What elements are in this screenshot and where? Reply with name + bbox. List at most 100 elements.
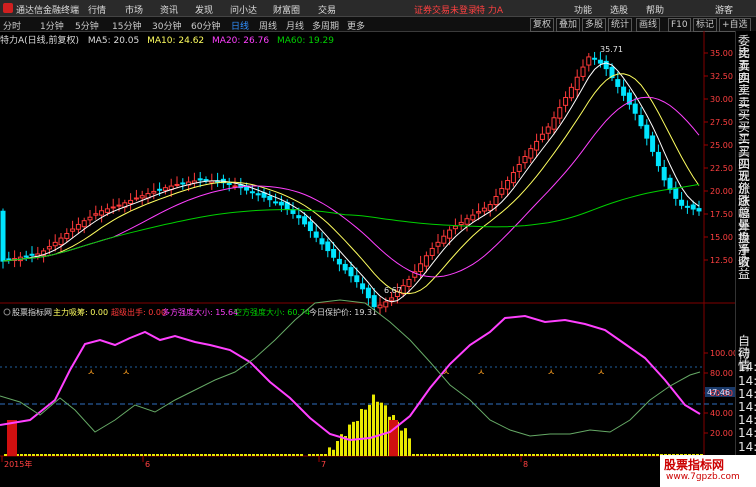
indicator-settings-icon[interactable] xyxy=(3,308,11,316)
short-strength-line xyxy=(0,299,701,437)
indicator-bar xyxy=(364,409,367,456)
menu-stock-pick[interactable]: 选股 xyxy=(610,3,628,16)
indicator-bar xyxy=(360,408,363,456)
candle-body xyxy=(505,180,511,190)
indicator-bar xyxy=(584,454,587,456)
indicator-bar xyxy=(572,454,575,456)
indicator-bar xyxy=(200,454,203,456)
candle-body xyxy=(255,193,261,196)
menu-market[interactable]: 市场 xyxy=(125,3,143,16)
f10-button[interactable]: F10 xyxy=(668,18,691,32)
menu-discover[interactable]: 发现 xyxy=(195,3,213,16)
menu-news[interactable]: 资讯 xyxy=(160,3,178,16)
statistics-button[interactable]: 统计 xyxy=(608,18,633,32)
super-sell-label: 超级出手: 0.00 xyxy=(111,307,166,317)
indicator-bar xyxy=(132,454,135,456)
indicator-bar xyxy=(188,454,191,456)
indicator-bar xyxy=(332,449,335,456)
add-watchlist-button[interactable]: +自选 xyxy=(719,18,751,32)
candle-body xyxy=(499,188,505,195)
indicator-bar xyxy=(220,454,223,456)
candle-body xyxy=(389,297,395,301)
indicator-bar xyxy=(60,454,63,456)
menu-help[interactable]: 帮助 xyxy=(646,3,664,16)
candle-body xyxy=(655,151,661,167)
indicator-bar xyxy=(92,454,95,456)
indicator-bar xyxy=(488,454,491,456)
indicator-bar xyxy=(24,454,27,456)
candle-body xyxy=(481,207,487,212)
indicator-bar xyxy=(20,454,23,456)
indicator-bar xyxy=(300,454,303,456)
adjust-button[interactable]: 复权 xyxy=(530,18,555,32)
indicator-axis-label-1: 80.00 xyxy=(710,369,733,378)
indicator-bar xyxy=(64,454,67,456)
multi-stock-button[interactable]: 多股 xyxy=(582,18,607,32)
indicator-bar xyxy=(480,454,483,456)
indicator-bar xyxy=(208,454,211,456)
candle-body xyxy=(673,187,679,199)
candle-body xyxy=(319,238,325,245)
login-notice[interactable]: 证券交易未登录 xyxy=(414,3,477,16)
candle-body xyxy=(516,164,522,172)
indicator-bar xyxy=(180,454,183,456)
indicator-bar xyxy=(620,454,623,456)
menu-ask[interactable]: 问小达 xyxy=(230,3,257,16)
stock-name: 特 力A xyxy=(476,6,504,16)
indicator-bar xyxy=(440,454,443,456)
candle-body xyxy=(638,115,644,127)
candle-body xyxy=(441,235,447,244)
main-money-label: 主力吸筹: 0.00 xyxy=(53,307,108,317)
long-strength-label: 多方强度大小: 15.64 xyxy=(162,307,238,317)
indicator-bar xyxy=(104,454,107,456)
candle-body xyxy=(452,225,458,230)
tick-panel-label-5: 14:5 xyxy=(738,400,756,414)
candle-body xyxy=(470,214,476,221)
candle-body xyxy=(684,205,690,208)
price-axis-label-4: 25.00 xyxy=(710,141,733,150)
indicator-bar xyxy=(44,454,47,456)
candle-body xyxy=(70,228,76,232)
draw-line-button[interactable]: 画线 xyxy=(636,18,661,32)
price-axis-label-1: 32.50 xyxy=(710,72,733,81)
indicator-bar xyxy=(272,454,275,456)
indicator-bar xyxy=(556,454,559,456)
indicator-bar xyxy=(472,454,475,456)
indicator-bar xyxy=(116,454,119,456)
candle-body xyxy=(597,59,603,64)
tick-panel-label-8: 14:5 xyxy=(738,439,756,454)
overlay-button[interactable]: 叠加 xyxy=(556,18,581,32)
indicator-bar xyxy=(276,454,279,456)
candle-body xyxy=(302,216,308,225)
indicator-bar xyxy=(576,454,579,456)
menu-function[interactable]: 功能 xyxy=(574,3,592,16)
candle-body xyxy=(174,183,180,186)
kline-chart[interactable]: 35.00 32.50 30.00 27.50 25.00 22.50 20.00 17.50… xyxy=(0,31,735,487)
indicator-bar xyxy=(532,454,535,456)
indicator-bar xyxy=(416,454,419,456)
mark-button[interactable]: 标记 xyxy=(693,18,718,32)
menu-trade[interactable]: 交易 xyxy=(318,3,336,16)
indicator-bar xyxy=(508,454,511,456)
indicator-bar xyxy=(336,441,339,456)
date-axis-label-3: 8 xyxy=(523,460,528,469)
menu-wealth[interactable]: 财富圈 xyxy=(273,3,300,16)
indicator-bar xyxy=(136,454,139,456)
tick-panel-label-7: 14:5 xyxy=(738,426,756,441)
date-axis-label-1: 6 xyxy=(145,460,150,469)
menu-quotes[interactable]: 行情 xyxy=(88,3,106,16)
tick-panel-label-6: 14:5 xyxy=(738,413,756,428)
candle-body xyxy=(64,233,70,239)
menu-guest[interactable]: 游客 xyxy=(715,3,733,16)
candle-body xyxy=(93,213,99,216)
candle-body xyxy=(23,255,29,258)
candle-body xyxy=(296,215,302,219)
indicator-bar xyxy=(192,454,195,456)
tick-panel-label-4: 14:5 xyxy=(738,386,756,401)
candle-body xyxy=(423,255,429,267)
indicator-axis-label-3: 40.00 xyxy=(710,409,733,418)
quote-panel-label-18: 收益 xyxy=(738,255,751,282)
candle-body xyxy=(157,188,163,191)
indicator-bar xyxy=(504,454,507,456)
candle-body xyxy=(197,178,203,181)
